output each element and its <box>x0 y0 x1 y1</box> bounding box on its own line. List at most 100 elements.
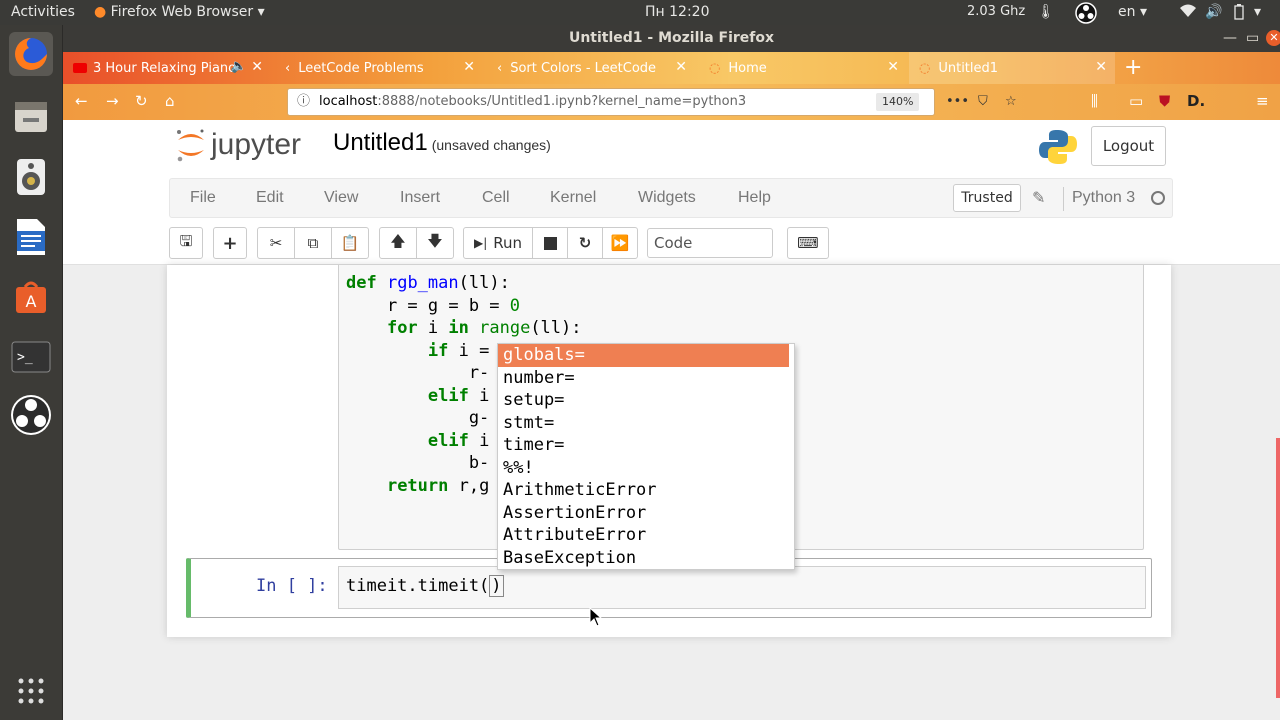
cell-type-select[interactable]: Code <box>647 228 773 258</box>
page-actions-icon[interactable]: ••• <box>946 89 969 115</box>
ublock-icon[interactable]: ⛊ <box>1159 92 1170 110</box>
code-line: r = g = b = 0 <box>346 295 521 316</box>
thermometer-icon[interactable]: 🌡 <box>1037 4 1055 20</box>
jupyter-icon: ◌ <box>919 60 931 76</box>
insert-cell-button[interactable]: + <box>213 227 247 259</box>
completion-item[interactable]: globals= <box>498 344 789 367</box>
menu-cell[interactable]: Cell <box>482 189 510 207</box>
kernel-name[interactable]: Python 3 <box>1072 189 1135 207</box>
devtools-extension-icon[interactable]: D. <box>1187 92 1205 110</box>
completion-item[interactable]: setup= <box>498 389 794 412</box>
show-apps-icon[interactable] <box>9 669 53 713</box>
battery-icon[interactable] <box>1234 4 1244 24</box>
completion-item[interactable]: AttributeError <box>498 524 794 547</box>
autocomplete-dropdown[interactable]: globals= number= setup= stmt= timer= %%!… <box>497 343 795 570</box>
writer-icon[interactable] <box>9 215 53 259</box>
power-menu-icon[interactable]: ▾ <box>1254 4 1261 20</box>
stop-icon <box>543 236 557 250</box>
restart-run-all-button[interactable]: ⏩ <box>602 227 638 259</box>
close-tab-icon[interactable]: ✕ <box>1095 59 1107 75</box>
obs-studio-icon[interactable] <box>9 393 53 437</box>
new-tab-button[interactable]: + <box>1124 55 1142 80</box>
code-line: for i in range(ll): <box>386 318 582 338</box>
minimize-icon[interactable]: — <box>1223 25 1237 52</box>
jupyter-logo[interactable]: jupyter <box>175 128 301 162</box>
run-button[interactable]: ▶| Run <box>463 227 533 259</box>
page-scrollbar[interactable] <box>1276 438 1280 698</box>
terminal-icon[interactable]: >_ <box>9 335 53 379</box>
completion-item[interactable]: AssertionError <box>498 502 794 525</box>
bookmark-star-icon[interactable]: ☆ <box>1005 89 1017 115</box>
volume-icon[interactable]: 🔊 <box>1205 4 1222 20</box>
menu-widgets[interactable]: Widgets <box>638 189 696 207</box>
zoom-indicator[interactable]: 140% <box>876 93 920 111</box>
close-tab-icon[interactable]: ✕ <box>463 59 475 75</box>
copy-button[interactable]: ⧉ <box>294 227 332 259</box>
close-tab-icon[interactable]: ✕ <box>675 59 687 75</box>
speaker-icon[interactable]: 🔈 <box>231 59 247 74</box>
sidebar-icon[interactable]: ▭ <box>1129 92 1143 110</box>
forward-icon[interactable]: → <box>106 92 119 110</box>
tab-sort-colors[interactable]: ‹ Sort Colors - LeetCode ✕ <box>487 52 695 84</box>
clock[interactable]: Пн 12:20 <box>645 4 709 20</box>
info-icon[interactable]: ⓘ <box>297 89 310 115</box>
files-icon[interactable] <box>9 95 53 139</box>
move-down-button[interactable]: 🡇 <box>416 227 454 259</box>
trusted-indicator[interactable]: Trusted <box>953 184 1021 212</box>
software-center-icon[interactable]: A <box>9 275 53 319</box>
close-window-icon[interactable]: ✕ <box>1266 30 1280 46</box>
jupyter-logo-icon <box>177 129 204 162</box>
url-bar[interactable]: ⓘ localhost:8888/notebooks/Untitled1.ipy… <box>287 88 1017 116</box>
move-up-button[interactable]: 🡅 <box>379 227 417 259</box>
back-icon[interactable]: ← <box>75 92 88 110</box>
language-indicator[interactable]: en ▾ <box>1118 4 1147 20</box>
menu-edit[interactable]: Edit <box>256 189 284 207</box>
logout-button[interactable]: Logout <box>1091 126 1166 166</box>
speaker-app-icon[interactable] <box>9 155 53 199</box>
system-top-bar: Activities ● Firefox Web Browser ▾ Пн 12… <box>0 0 1280 25</box>
leetcode-icon: ‹ <box>497 60 503 76</box>
tab-leetcode-problems[interactable]: ‹ LeetCode Problems ✕ <box>275 52 483 84</box>
menu-file[interactable]: File <box>190 189 216 207</box>
activities-button[interactable]: Activities <box>11 4 75 20</box>
notebook-title[interactable]: Untitled1 (unsaved changes) <box>333 129 551 157</box>
tab-youtube[interactable]: 3 Hour Relaxing Piano 🔈 ✕ <box>63 52 271 84</box>
interrupt-button[interactable] <box>532 227 568 259</box>
cut-button[interactable]: ✂ <box>257 227 295 259</box>
menu-kernel[interactable]: Kernel <box>550 189 596 207</box>
code-line: b- <box>346 453 490 473</box>
menu-help[interactable]: Help <box>738 189 771 207</box>
kernel-idle-icon <box>1151 191 1165 205</box>
maximize-icon[interactable]: ▭ <box>1246 25 1259 52</box>
wifi-icon[interactable] <box>1180 4 1196 22</box>
completion-item[interactable]: BaseException <box>498 547 794 570</box>
completion-item[interactable]: stmt= <box>498 412 794 435</box>
cpu-indicator[interactable]: 2.03 Ghz <box>967 4 1025 19</box>
completion-item[interactable]: timer= <box>498 434 794 457</box>
save-button[interactable]: 🖫 <box>169 227 203 259</box>
close-tab-icon[interactable]: ✕ <box>251 59 263 75</box>
reload-icon[interactable]: ↻ <box>135 92 148 110</box>
home-icon[interactable]: ⌂ <box>165 92 175 110</box>
completion-item[interactable]: %%! <box>498 457 794 480</box>
app-menu[interactable]: ● Firefox Web Browser ▾ <box>94 4 265 20</box>
firefox-icon[interactable] <box>9 32 53 76</box>
input-prompt: In [ ]: <box>256 576 328 596</box>
library-icon[interactable]: ⫼ <box>1091 92 1098 110</box>
completion-item[interactable]: number= <box>498 367 794 390</box>
hamburger-menu-icon[interactable]: ≡ <box>1256 92 1269 110</box>
edit-pencil-icon[interactable]: ✎ <box>1032 188 1045 207</box>
code-cell-editor[interactable]: timeit.timeit() <box>338 566 1146 609</box>
menu-insert[interactable]: Insert <box>400 189 440 207</box>
paste-icon: 📋 <box>340 234 360 252</box>
command-palette-button[interactable]: ⌨ <box>787 227 829 259</box>
copy-icon: ⧉ <box>307 234 319 252</box>
restart-button[interactable]: ↻ <box>567 227 603 259</box>
tab-untitled1[interactable]: ◌ Untitled1 ✕ <box>909 52 1115 84</box>
menu-view[interactable]: View <box>324 189 358 207</box>
close-tab-icon[interactable]: ✕ <box>887 59 899 75</box>
pocket-icon[interactable]: ⛉ <box>978 89 988 115</box>
paste-button[interactable]: 📋 <box>331 227 369 259</box>
completion-item[interactable]: ArithmeticError <box>498 479 794 502</box>
tab-home[interactable]: ◌ Home ✕ <box>699 52 907 84</box>
